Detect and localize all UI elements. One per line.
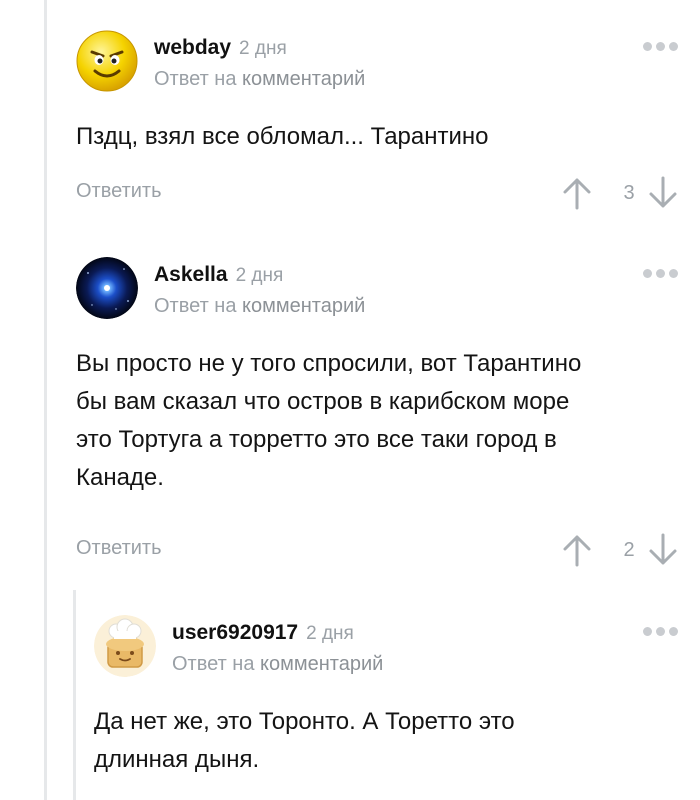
nested-thread-line <box>73 590 76 800</box>
comment-text: Вы просто не у того спросили, вот Тарант… <box>76 345 678 497</box>
vote-controls: 2 <box>558 531 678 571</box>
comment-time: 2 дня <box>235 265 284 286</box>
comment-time: 2 дня <box>239 38 287 59</box>
comment-time: 2 дня <box>306 623 354 644</box>
upvote-arrow-icon[interactable] <box>562 176 592 210</box>
reply-to-comment-link[interactable]: комментарий <box>260 653 383 675</box>
comment-actions: Ответить 2 <box>76 531 678 571</box>
comment-text-line: это Тортуга а торретто это все таки горо… <box>76 426 557 453</box>
reply-to-comment-link[interactable]: комментарий <box>242 295 365 317</box>
dot-icon <box>669 627 678 636</box>
comment-header: webday 2 дня Ответ на комментарий <box>154 30 678 92</box>
reply-to-comment-link[interactable]: комментарий <box>242 68 365 90</box>
angry-smiley-avatar-icon <box>76 30 138 92</box>
reply-to: Ответ на комментарий <box>154 68 365 91</box>
comment-text-line: Вы просто не у того спросили, вот Тарант… <box>76 350 582 377</box>
reply-prefix: Ответ на <box>154 295 237 317</box>
comment: webday 2 дня Ответ на комментарий Пздц, в… <box>76 30 678 220</box>
dot-icon <box>656 42 665 51</box>
comment-text: Пздц, взял все обломал... Тарантино <box>76 123 489 150</box>
comment: user6920917 2 дня Ответ на комментарий Да… <box>94 615 678 800</box>
more-options-button[interactable] <box>643 627 678 636</box>
comment-actions: Ответить 3 <box>76 174 678 214</box>
comment-text-line: бы вам сказал что остров в карибском мор… <box>76 388 570 415</box>
dot-icon <box>656 269 665 278</box>
chef-toast-avatar-icon <box>94 615 156 677</box>
more-options-button[interactable] <box>643 269 678 278</box>
upvote-arrow-icon[interactable] <box>562 533 592 567</box>
author-name[interactable]: Askella <box>154 263 228 286</box>
more-options-button[interactable] <box>643 42 678 51</box>
avatar[interactable] <box>76 257 138 319</box>
reply-prefix: Ответ на <box>172 653 255 675</box>
blue-star-avatar-icon <box>76 257 138 319</box>
comment-header: user6920917 2 дня Ответ на комментарий <box>172 615 678 677</box>
dot-icon <box>669 269 678 278</box>
comment-header: Askella 2 дня Ответ на комментарий <box>154 257 678 319</box>
reply-to: Ответ на комментарий <box>154 295 365 318</box>
author-name[interactable]: user6920917 <box>172 621 298 644</box>
rating-count: 3 <box>623 182 635 204</box>
reply-button[interactable]: Ответить <box>76 537 162 560</box>
dot-icon <box>643 269 652 278</box>
vote-controls: 3 <box>558 174 678 214</box>
dot-icon <box>643 42 652 51</box>
dot-icon <box>643 627 652 636</box>
thread-line <box>44 0 47 800</box>
avatar[interactable] <box>94 615 156 677</box>
comment-text: Да нет же, это Торонто. А Торетто это дл… <box>94 703 678 779</box>
reply-prefix: Ответ на <box>154 68 237 90</box>
comment: Askella 2 дня Ответ на комментарий Вы про… <box>76 257 678 587</box>
avatar[interactable] <box>76 30 138 92</box>
dot-icon <box>656 627 665 636</box>
comment-text-line: Да нет же, это Торонто. А Торетто это <box>94 708 515 735</box>
downvote-arrow-icon[interactable] <box>648 176 678 210</box>
rating-count: 2 <box>623 539 635 561</box>
comment-text-line: Канаде. <box>76 464 164 491</box>
comment-text-line: длинная дыня. <box>94 746 260 773</box>
author-name[interactable]: webday <box>154 36 231 59</box>
reply-button[interactable]: Ответить <box>76 180 162 203</box>
reply-to: Ответ на комментарий <box>172 653 383 676</box>
downvote-arrow-icon[interactable] <box>648 533 678 567</box>
dot-icon <box>669 42 678 51</box>
